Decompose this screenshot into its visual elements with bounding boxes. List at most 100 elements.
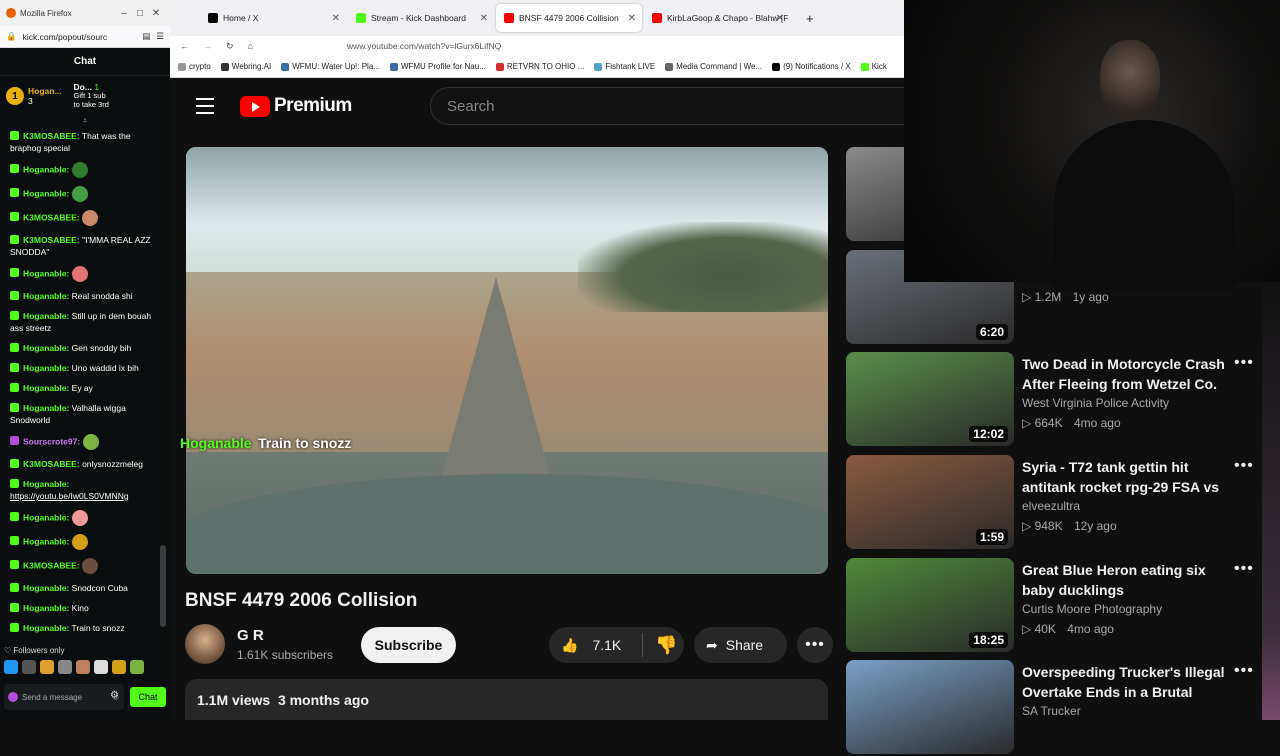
recommended-title[interactable]: Overspeeding Trucker's Illegal Overtake … xyxy=(1022,662,1232,702)
recommended-title[interactable]: Syria - T72 tank gettin hit antitank roc… xyxy=(1022,457,1232,497)
chat-username[interactable]: Hoganable: xyxy=(23,512,69,522)
pinned-gift-panel[interactable]: 1 Hogan... 3 Do... 1 Gift 1 sub to take … xyxy=(0,76,170,116)
recommended-video[interactable]: 1:59 Syria - T72 tank gettin hit antitank… xyxy=(846,455,1276,551)
chat-username[interactable]: Hoganable: xyxy=(23,164,69,174)
new-tab-button[interactable]: + xyxy=(806,11,814,26)
chat-username[interactable]: K3MOSABEE: xyxy=(23,131,80,141)
chat-username[interactable]: Hoganable: xyxy=(23,536,69,546)
recommended-video[interactable]: Overspeeding Trucker's Illegal Overtake … xyxy=(846,660,1276,756)
chat-username[interactable]: Hoganable: xyxy=(23,188,69,198)
bookmark-item[interactable]: Media Command | We... xyxy=(665,62,762,71)
home-icon[interactable]: ⌂ xyxy=(248,41,253,51)
bookmark-item[interactable]: Webring.AI xyxy=(220,62,271,71)
address-bar[interactable]: www.youtube.com/watch?v=lGurx6LifNQ xyxy=(347,41,501,51)
forward-icon[interactable]: → xyxy=(203,41,212,51)
chat-scrollbar[interactable] xyxy=(160,545,166,627)
chat-username[interactable]: Hoganable: xyxy=(23,343,69,353)
subscribe-button[interactable]: Subscribe xyxy=(361,627,456,663)
emote-quick-row[interactable] xyxy=(4,660,164,680)
recommended-video[interactable]: 12:02 Two Dead in Motorcycle Crash After … xyxy=(846,352,1276,448)
chat-url-bar[interactable]: 🔒 kick.com/popout/sourc ▤ ☰ xyxy=(0,26,170,48)
chat-username[interactable]: K3MOSABEE: xyxy=(23,235,80,245)
bookmark-item[interactable]: Kick xyxy=(860,62,887,71)
video-thumbnail[interactable]: 18:25 xyxy=(846,558,1014,652)
emote-icon[interactable] xyxy=(40,660,54,674)
video-thumbnail[interactable]: 1:59 xyxy=(846,455,1014,549)
menu-icon[interactable]: ☰ xyxy=(156,31,164,42)
browser-tab[interactable]: Home / X ✕ xyxy=(200,4,346,32)
youtube-premium-logo[interactable]: Premium xyxy=(240,95,352,117)
settings-icon[interactable]: ⚙ xyxy=(110,690,119,701)
chat-username[interactable]: Hoganable: xyxy=(23,479,69,489)
chat-username[interactable]: Hoganable: xyxy=(23,268,69,278)
channel-name[interactable]: G R xyxy=(237,627,333,644)
recommended-title[interactable]: Great Blue Heron eating six baby ducklin… xyxy=(1022,560,1232,600)
video-menu-button[interactable]: ••• xyxy=(1234,662,1254,680)
emote-icon[interactable] xyxy=(76,660,90,674)
close-window-button[interactable]: ✕ xyxy=(148,8,164,19)
emote-icon[interactable] xyxy=(58,660,72,674)
emote-icon[interactable] xyxy=(22,660,36,674)
video-menu-button[interactable]: ••• xyxy=(1234,457,1254,475)
video-menu-button[interactable]: ••• xyxy=(1234,560,1254,578)
browser-tab[interactable]: KirbLaGoop & Chapo - Blahw [F ✕ xyxy=(644,4,790,32)
bookmark-item[interactable]: crypto xyxy=(178,62,211,71)
chat-username[interactable]: Hoganable: xyxy=(23,403,69,413)
bookmark-item[interactable]: WFMU: Water Up!: Pla... xyxy=(281,62,380,71)
recommended-title[interactable]: Two Dead in Motorcycle Crash After Fleei… xyxy=(1022,354,1232,394)
recommended-channel[interactable]: elveezultra xyxy=(1022,499,1080,513)
emote-icon[interactable] xyxy=(130,660,144,674)
maximize-button[interactable]: □ xyxy=(132,8,148,19)
chat-username[interactable]: Sourscrote97: xyxy=(23,436,80,446)
thumbs-up-icon[interactable]: 👍 xyxy=(561,637,578,654)
tab-close-icon[interactable]: ✕ xyxy=(480,13,488,24)
description-box[interactable]: 1.1M views 3 months ago xyxy=(185,679,828,720)
bookmark-item[interactable]: Fishtank LIVE xyxy=(594,62,655,71)
reader-icon[interactable]: ▤ xyxy=(142,31,150,42)
menu-icon[interactable] xyxy=(196,98,214,119)
chat-username[interactable]: K3MOSABEE: xyxy=(23,212,80,222)
chat-username[interactable]: Hoganable: xyxy=(23,311,69,321)
emote-icon[interactable] xyxy=(112,660,126,674)
collapse-pin-icon[interactable]: ⩡ xyxy=(0,116,170,125)
chat-url[interactable]: kick.com/popout/sourc xyxy=(23,32,143,42)
more-actions-button[interactable]: ••• xyxy=(797,627,833,663)
gift-box[interactable]: Do... 1 Gift 1 sub to take 3rd xyxy=(74,82,109,109)
chat-username[interactable]: Hoganable: xyxy=(23,603,69,613)
emote-icon[interactable] xyxy=(4,660,18,674)
chat-username[interactable]: K3MOSABEE: xyxy=(23,459,80,469)
reload-icon[interactable]: ↻ xyxy=(226,41,234,52)
browser-tab[interactable]: Stream - Kick Dashboard ✕ xyxy=(348,4,494,32)
recommended-channel[interactable]: SA Trucker xyxy=(1022,704,1081,718)
recommended-video[interactable]: 18:25 Great Blue Heron eating six baby du… xyxy=(846,558,1276,654)
recommended-channel[interactable]: West Virginia Police Activity xyxy=(1022,396,1169,410)
channel-avatar[interactable] xyxy=(185,624,225,664)
chat-username[interactable]: Hoganable: xyxy=(23,363,69,373)
bookmark-item[interactable]: RETVRN TO OHIO ... xyxy=(495,62,584,71)
back-icon[interactable]: ← xyxy=(180,41,189,51)
bookmark-item[interactable]: (9) Notifications / X xyxy=(772,62,851,71)
video-menu-button[interactable]: ••• xyxy=(1234,354,1254,372)
tab-close-icon[interactable]: ✕ xyxy=(332,13,340,24)
chat-link[interactable]: https://youtu.be/Iw0LS0VMNNg xyxy=(10,491,129,501)
channel-owner[interactable]: G R 1.61K subscribers xyxy=(185,624,333,664)
bookmark-item[interactable]: WFMU Profile for Nau... xyxy=(389,62,486,71)
tab-close-icon[interactable]: ✕ xyxy=(628,13,636,24)
recommended-channel[interactable]: Curtis Moore Photography xyxy=(1022,602,1162,616)
tab-close-icon[interactable]: ✕ xyxy=(776,13,784,24)
chat-username[interactable]: K3MOSABEE: xyxy=(23,560,80,570)
chat-username[interactable]: Hoganable: xyxy=(23,291,69,301)
chat-send-button[interactable]: Chat xyxy=(130,687,166,707)
chat-username[interactable]: Hoganable: xyxy=(23,623,69,633)
chat-username[interactable]: Hoganable: xyxy=(23,383,69,393)
video-player[interactable] xyxy=(186,147,828,574)
mic-icon[interactable] xyxy=(8,692,18,702)
minimize-button[interactable]: – xyxy=(116,8,132,19)
chat-username[interactable]: Hoganable: xyxy=(23,583,69,593)
search-input[interactable]: Search xyxy=(430,87,904,125)
video-thumbnail[interactable]: 12:02 xyxy=(846,352,1014,446)
chat-message-input[interactable]: Send a message ☺ xyxy=(4,684,124,710)
emote-icon[interactable] xyxy=(94,660,108,674)
browser-tab[interactable]: BNSF 4479 2006 Collision ✕ xyxy=(496,4,642,32)
share-button[interactable]: ➦ Share xyxy=(694,627,787,663)
